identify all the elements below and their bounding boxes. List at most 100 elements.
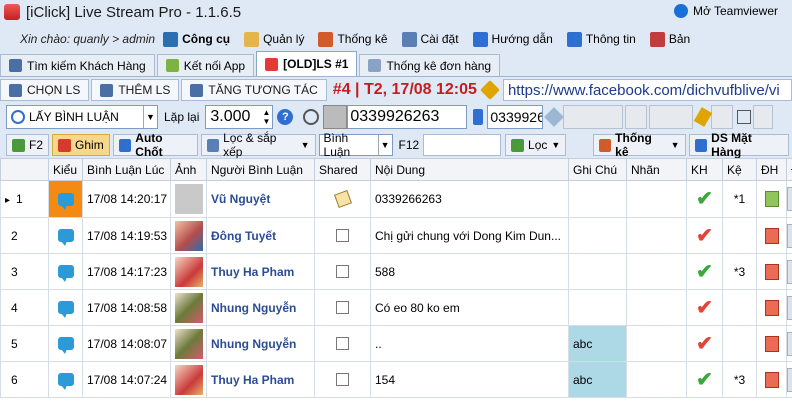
edit-button[interactable]: E — [787, 367, 792, 392]
auto-close-button[interactable]: Auto Chốt — [112, 131, 198, 159]
edit-button[interactable]: E — [787, 295, 792, 320]
order-cell[interactable] — [756, 289, 787, 326]
type-cell[interactable] — [48, 289, 83, 326]
tab-main-3[interactable]: Thống kê đơn hàng — [359, 54, 501, 76]
comment-content[interactable]: 154 — [370, 361, 569, 398]
column-header-0[interactable] — [0, 158, 49, 181]
row-number-cell[interactable]: ▸ 1 — [0, 180, 49, 218]
column-header-3[interactable]: Ảnh — [170, 158, 207, 181]
customer-status-cell[interactable]: ✔ — [686, 289, 723, 326]
fetch-comments-combo[interactable]: LẤY BÌNH LUẬN ▼ — [6, 105, 158, 129]
table-row[interactable]: 4 17/08 14:08:58 Nhung Nguyễn Có eo 80 ko e… — [0, 289, 792, 326]
order-cell[interactable] — [756, 325, 787, 362]
shared-cell[interactable] — [314, 325, 371, 362]
tab-main-0[interactable]: Tìm kiếm Khách Hàng — [0, 54, 155, 76]
field-empty-5[interactable] — [753, 105, 774, 129]
avatar-cell[interactable] — [170, 180, 207, 218]
field-empty-3[interactable] — [649, 105, 694, 129]
column-header-1[interactable]: Kiểu — [48, 158, 83, 181]
stream-tab-1[interactable]: THÊM LS — [91, 79, 180, 101]
shelf-cell[interactable]: *3 — [722, 253, 757, 290]
edit-cell[interactable]: E — [786, 325, 792, 362]
menu-item-3[interactable]: Cài đặt — [401, 31, 459, 47]
avatar-cell[interactable] — [170, 325, 207, 362]
row-number-cell[interactable]: 4 — [0, 289, 49, 326]
tab-main-2[interactable]: [OLD]LS #1 — [256, 51, 358, 76]
edit-cell[interactable]: E — [786, 289, 792, 326]
column-header-10[interactable]: Kệ — [722, 158, 757, 181]
menu-item-4[interactable]: Hướng dẫn — [472, 31, 553, 47]
filter-sort-button[interactable]: Lọc & sắp xếp ▼ — [200, 131, 316, 159]
avatar-cell[interactable] — [170, 217, 207, 254]
edit-cell[interactable]: E — [786, 217, 792, 254]
comment-type-select[interactable]: Bình Luận ▼ — [318, 131, 393, 159]
help-icon[interactable]: ? — [277, 109, 294, 125]
filter-text-input[interactable] — [423, 134, 502, 156]
order-cell[interactable] — [756, 217, 787, 254]
note-cell[interactable]: abc — [568, 361, 627, 398]
shared-cell[interactable] — [314, 361, 371, 398]
column-header-6[interactable]: Nội Dung — [370, 158, 569, 181]
customer-status-cell[interactable]: ✔ — [686, 180, 723, 218]
loc-button[interactable]: Lọc ▼ — [505, 134, 567, 156]
chevron-down-icon[interactable]: ▼ — [377, 135, 392, 155]
shared-checkbox[interactable] — [336, 337, 349, 350]
avatar-cell[interactable] — [170, 361, 207, 398]
pencil-icon[interactable] — [694, 107, 713, 127]
shared-cell[interactable] — [314, 253, 371, 290]
column-header-4[interactable]: Người Bình Luận — [206, 158, 315, 181]
type-cell[interactable] — [48, 180, 83, 218]
shelf-cell[interactable] — [722, 217, 757, 254]
avatar-cell[interactable] — [170, 289, 207, 326]
row-number-cell[interactable]: 3 — [0, 253, 49, 290]
order-cell[interactable] — [756, 180, 787, 218]
shared-checkbox[interactable] — [336, 265, 349, 278]
customer-status-cell[interactable]: ✔ — [686, 253, 723, 290]
type-cell[interactable] — [48, 253, 83, 290]
spinner-arrows-icon[interactable]: ▲ ▼ — [262, 108, 272, 126]
note-cell[interactable] — [568, 217, 627, 254]
type-cell[interactable] — [48, 217, 83, 254]
tag-icon[interactable] — [544, 107, 565, 127]
note-cell[interactable] — [568, 180, 627, 218]
label-cell[interactable] — [626, 217, 687, 254]
phone-field-small[interactable]: 03399263 — [487, 105, 544, 129]
commenter-name[interactable]: Thuy Ha Pham — [206, 361, 315, 398]
shared-checkbox[interactable] — [336, 301, 349, 314]
note-cell[interactable] — [568, 289, 627, 326]
shared-cell[interactable] — [314, 180, 371, 218]
menu-item-5[interactable]: Thông tin — [566, 31, 636, 47]
f2-button[interactable]: F2 — [6, 134, 50, 156]
stats-button[interactable]: Thống kê ▼ — [592, 131, 686, 159]
column-header-9[interactable]: KH — [686, 158, 723, 181]
order-cell[interactable] — [756, 361, 787, 398]
field-empty-1[interactable] — [563, 105, 624, 129]
row-number-cell[interactable]: 6 — [0, 361, 49, 398]
menu-item-2[interactable]: Thống kê — [318, 31, 388, 47]
column-header-7[interactable]: Ghi Chú — [568, 158, 627, 181]
commenter-name[interactable]: Nhung Nguyễn — [206, 289, 315, 326]
phone-field-large[interactable]: 0339926263 — [347, 105, 468, 129]
label-cell[interactable] — [626, 289, 687, 326]
menu-item-1[interactable]: Quản lý — [244, 31, 304, 47]
order-cell[interactable] — [756, 253, 787, 290]
type-cell[interactable] — [48, 325, 83, 362]
shared-checkbox[interactable] — [336, 229, 349, 242]
avatar-cell[interactable] — [170, 253, 207, 290]
commenter-name[interactable]: Nhung Nguyễn — [206, 325, 315, 362]
note-cell[interactable]: abc — [568, 325, 627, 362]
table-row[interactable]: 6 17/08 14:07:24 Thuy Ha Pham 154abc ✔ *3 E — [0, 361, 792, 398]
product-list-button[interactable]: DS Mặt Hàng — [688, 131, 789, 159]
edit-cell[interactable]: E — [786, 253, 792, 290]
pin-button[interactable]: Ghim — [52, 134, 110, 156]
field-empty-4[interactable] — [711, 105, 734, 129]
table-row[interactable]: 5 17/08 14:08:07 Nhung Nguyễn..abc ✔ E — [0, 325, 792, 362]
commenter-name[interactable]: Vũ Nguyệt — [206, 180, 315, 218]
label-cell[interactable] — [626, 361, 687, 398]
table-row[interactable]: ▸117/08 14:20:17Vũ Nguyệt0339266263✔*1E — [0, 180, 792, 218]
tab-main-1[interactable]: Kết nối App — [156, 54, 255, 76]
comment-content[interactable]: Chị gửi chung với Dong Kim Dun... — [370, 217, 569, 254]
edit-pencil-icon[interactable] — [480, 80, 500, 100]
shelf-cell[interactable]: *1 — [722, 180, 757, 218]
comment-content[interactable]: .. — [370, 325, 569, 362]
